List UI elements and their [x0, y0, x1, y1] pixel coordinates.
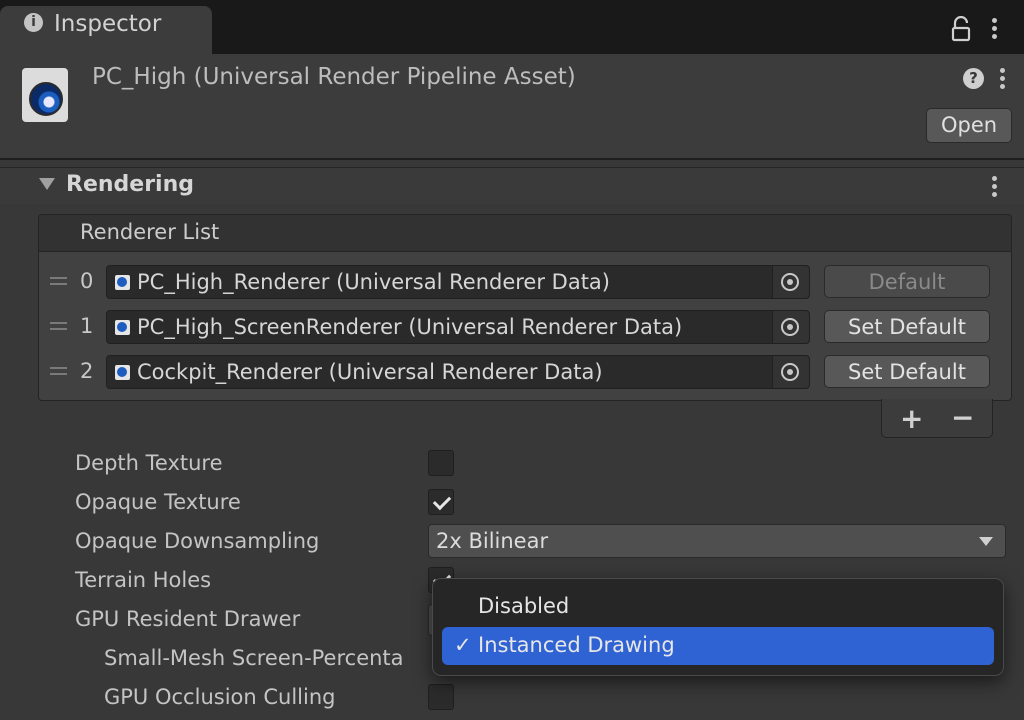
terrain-holes-label: Terrain Holes: [75, 568, 212, 592]
foldout-arrow-icon[interactable]: [39, 178, 55, 190]
open-button[interactable]: Open: [926, 108, 1012, 143]
renderer-name: PC_High_ScreenRenderer (Universal Render…: [137, 315, 683, 339]
set-default-button[interactable]: Set Default: [824, 310, 990, 343]
list-item: 0 PC_High_Renderer (Universal Renderer D…: [0, 259, 1024, 304]
opaque-downsampling-label: Opaque Downsampling: [75, 529, 320, 553]
row-index: 0: [80, 269, 94, 293]
lock-icon[interactable]: [949, 16, 973, 42]
object-picker-icon[interactable]: [772, 311, 809, 343]
opaque-texture-label: Opaque Texture: [75, 490, 241, 514]
urp-asset-icon: [22, 68, 68, 122]
chevron-down-icon: [979, 537, 993, 546]
remove-icon[interactable]: −: [951, 401, 974, 434]
renderer-list-label: Renderer List: [80, 220, 220, 244]
drag-handle-icon[interactable]: [50, 367, 67, 375]
menu-item-label: Instanced Drawing: [478, 633, 675, 657]
renderer-data-icon: [115, 320, 130, 335]
gpu-occlusion-culling-label: GPU Occlusion Culling: [104, 685, 336, 709]
renderer-name: Cockpit_Renderer (Universal Renderer Dat…: [137, 360, 603, 384]
list-item: 1 PC_High_ScreenRenderer (Universal Rend…: [0, 304, 1024, 349]
opaque-texture-checkbox[interactable]: [428, 489, 454, 515]
add-remove-footer: [881, 399, 993, 438]
set-default-button[interactable]: Set Default: [824, 355, 990, 388]
renderer-data-icon: [115, 275, 130, 290]
default-button: Default: [824, 265, 990, 298]
dropdown-value: 2x Bilinear: [436, 529, 549, 553]
depth-texture-checkbox[interactable]: [428, 450, 454, 476]
section-menu-icon[interactable]: [991, 176, 997, 200]
menu-item-label: Disabled: [478, 594, 570, 618]
object-picker-icon[interactable]: [772, 356, 809, 388]
renderer-data-icon: [115, 365, 130, 380]
object-picker-icon[interactable]: [772, 266, 809, 298]
small-mesh-label: Small-Mesh Screen-Percenta: [104, 646, 404, 670]
renderer-object-field[interactable]: PC_High_Renderer (Universal Renderer Dat…: [106, 265, 810, 299]
gpu-resident-drawer-label: GPU Resident Drawer: [75, 607, 301, 631]
drag-handle-icon[interactable]: [50, 322, 67, 330]
renderer-name: PC_High_Renderer (Universal Renderer Dat…: [137, 270, 610, 294]
header-divider: [0, 158, 1024, 160]
gpu-occlusion-culling-checkbox[interactable]: [428, 684, 454, 710]
drag-handle-icon[interactable]: [50, 277, 67, 285]
renderer-object-field[interactable]: Cockpit_Renderer (Universal Renderer Dat…: [106, 355, 810, 389]
help-icon[interactable]: ?: [963, 68, 984, 89]
header-menu-icon[interactable]: [999, 68, 1005, 92]
renderer-object-field[interactable]: PC_High_ScreenRenderer (Universal Render…: [106, 310, 810, 344]
checkmark-icon: ✓: [454, 633, 472, 657]
tab-menu-icon[interactable]: [991, 18, 997, 42]
depth-texture-label: Depth Texture: [75, 451, 223, 475]
list-item: 2 Cockpit_Renderer (Universal Renderer D…: [0, 349, 1024, 394]
asset-title: PC_High (Universal Render Pipeline Asset…: [92, 64, 576, 90]
section-title[interactable]: Rendering: [66, 172, 194, 197]
row-index: 2: [80, 359, 94, 383]
add-icon[interactable]: +: [900, 402, 923, 435]
menu-item-disabled[interactable]: Disabled: [442, 588, 994, 626]
info-icon: i: [24, 13, 43, 32]
menu-item-instanced-drawing[interactable]: ✓ Instanced Drawing: [442, 627, 994, 665]
row-index: 1: [80, 314, 94, 338]
tab-title: Inspector: [54, 11, 162, 37]
